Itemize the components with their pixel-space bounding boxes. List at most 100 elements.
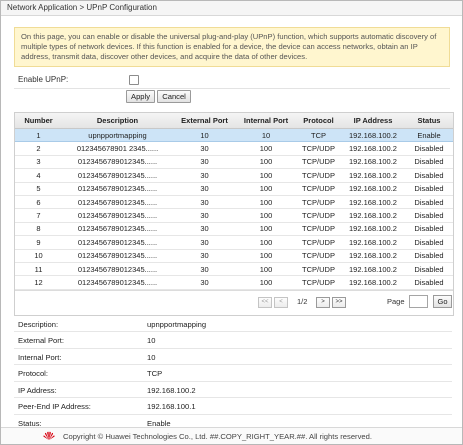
copyright-text: Copyright © Huawei Technologies Co., Ltd… <box>63 432 372 441</box>
prev-page-button[interactable]: < <box>274 296 288 308</box>
pagination-bar: << < 1/2 > >> Page Go <box>15 289 453 315</box>
cell-internal-port: 100 <box>236 275 296 290</box>
cell-external-port: 10 <box>173 128 236 143</box>
cell-number: 7 <box>15 208 62 223</box>
next-page-button[interactable]: > <box>316 296 330 308</box>
cell-external-port: 30 <box>173 208 236 223</box>
action-buttons: Apply Cancel <box>14 89 450 103</box>
cell-external-port: 30 <box>173 222 236 237</box>
go-button[interactable]: Go <box>433 294 452 308</box>
cell-status: Disabled <box>405 275 453 290</box>
cell-ip-address: 192.168.100.2 <box>341 235 405 250</box>
cell-ip-address: 192.168.100.2 <box>341 249 405 263</box>
cell-number: 8 <box>15 222 62 237</box>
table-row[interactable]: 2 012345678901 2345...... 30 100 TCP/UDP 192.… <box>15 141 453 156</box>
cell-internal-port: 100 <box>236 182 296 196</box>
cell-external-port: 30 <box>173 155 236 170</box>
column-header-protocol[interactable]: Protocol <box>296 113 341 129</box>
detail-row: Description: upnpportmapping <box>14 316 452 333</box>
page-label: Page <box>387 296 405 306</box>
cell-protocol: TCP/UDP <box>296 222 341 237</box>
table-row[interactable]: 4 0123456789012345...... 30 100 TCP/UDP 192.1… <box>15 168 453 183</box>
info-notice: On this page, you can enable or disable … <box>14 27 450 67</box>
enable-upnp-checkbox[interactable] <box>129 75 139 85</box>
cell-internal-port: 100 <box>236 168 296 183</box>
table-row[interactable]: 7 0123456789012345...... 30 100 TCP/UDP 192.1… <box>15 208 453 223</box>
enable-upnp-row: Enable UPnP: <box>14 73 450 89</box>
cell-ip-address: 192.168.100.2 <box>341 195 405 210</box>
table-row[interactable]: 11 0123456789012345...... 30 100 TCP/UDP 192.… <box>15 262 453 277</box>
cell-number: 6 <box>15 195 62 210</box>
cell-number: 3 <box>15 155 62 170</box>
table-row[interactable]: 12 0123456789012345...... 30 100 TCP/UDP 192.… <box>15 275 453 290</box>
cell-protocol: TCP/UDP <box>296 168 341 183</box>
enable-upnp-label: Enable UPnP: <box>18 75 69 84</box>
detail-value: 192.168.100.2 <box>147 385 196 395</box>
detail-label: Protocol: <box>18 369 48 379</box>
detail-value: TCP <box>147 369 163 379</box>
cell-protocol: TCP/UDP <box>296 275 341 290</box>
cell-description: 0123456789012345...... <box>62 182 173 196</box>
first-page-button[interactable]: << <box>258 296 272 308</box>
cell-internal-port: 100 <box>236 208 296 223</box>
column-header-status[interactable]: Status <box>405 113 453 129</box>
column-header-description[interactable]: Description <box>62 113 173 129</box>
page-footer: Copyright © Huawei Technologies Co., Ltd… <box>1 427 462 444</box>
cancel-button[interactable]: Cancel <box>157 90 191 103</box>
table-row[interactable]: 3 0123456789012345...... 30 100 TCP/UDP 192.1… <box>15 155 453 170</box>
detail-label: Description: <box>18 319 59 329</box>
column-header-ip-address[interactable]: IP Address <box>341 113 405 129</box>
column-header-internal-port[interactable]: Internal Port <box>236 113 296 129</box>
cell-internal-port: 100 <box>236 235 296 250</box>
table-row[interactable]: 10 0123456789012345...... 30 100 TCP/UDP 192.… <box>15 249 453 263</box>
cell-internal-port: 100 <box>236 262 296 277</box>
cell-protocol: TCP/UDP <box>296 141 341 156</box>
cell-external-port: 30 <box>173 195 236 210</box>
cell-description: 0123456789012345...... <box>62 249 173 263</box>
apply-button[interactable]: Apply <box>126 90 155 103</box>
table-row[interactable]: 8 0123456789012345...... 30 100 TCP/UDP 192.1… <box>15 222 453 237</box>
cell-status: Disabled <box>405 208 453 223</box>
cell-description: 0123456789012345...... <box>62 208 173 223</box>
cell-status: Disabled <box>405 141 453 156</box>
page-number-input[interactable] <box>409 294 428 308</box>
cell-protocol: TCP/UDP <box>296 262 341 277</box>
table-header-row: Number Description External Port Interna… <box>15 113 453 129</box>
table-row[interactable]: 5 0123456789012345...... 30 100 TCP/UDP 192.1… <box>15 182 453 196</box>
column-header-number[interactable]: Number <box>15 113 62 129</box>
cell-protocol: TCP/UDP <box>296 208 341 223</box>
cell-description: 0123456789012345...... <box>62 235 173 250</box>
cell-protocol: TCP/UDP <box>296 235 341 250</box>
detail-label: External Port: <box>18 336 65 346</box>
detail-label: IP Address: <box>18 385 57 395</box>
cell-status: Disabled <box>405 249 453 263</box>
cell-external-port: 30 <box>173 249 236 263</box>
table-row[interactable]: 6 0123456789012345...... 30 100 TCP/UDP 192.1… <box>15 195 453 210</box>
cell-external-port: 30 <box>173 262 236 277</box>
upnp-config-page: Network Application > UPnP Configuration… <box>0 0 463 445</box>
cell-number: 4 <box>15 168 62 183</box>
cell-ip-address: 192.168.100.2 <box>341 262 405 277</box>
cell-ip-address: 192.168.100.2 <box>341 182 405 196</box>
last-page-button[interactable]: >> <box>332 296 346 308</box>
column-header-external-port[interactable]: External Port <box>173 113 236 129</box>
cell-internal-port: 100 <box>236 249 296 263</box>
cell-status: Enable <box>405 128 453 143</box>
huawei-logo-icon <box>42 430 56 443</box>
cell-status: Disabled <box>405 168 453 183</box>
cell-description: 012345678901 2345...... <box>62 141 173 156</box>
cell-external-port: 30 <box>173 141 236 156</box>
breadcrumb: Network Application > UPnP Configuration <box>1 1 462 16</box>
table-row[interactable]: 1 upnpportmapping 10 10 TCP 192.168.100.2 Enab… <box>15 128 453 143</box>
detail-row: External Port: 10 <box>14 332 452 349</box>
cell-protocol: TCP/UDP <box>296 155 341 170</box>
detail-label: Peer-End IP Address: <box>18 402 91 412</box>
cell-number: 9 <box>15 235 62 250</box>
cell-ip-address: 192.168.100.2 <box>341 168 405 183</box>
cell-number: 2 <box>15 141 62 156</box>
cell-ip-address: 192.168.100.2 <box>341 141 405 156</box>
cell-internal-port: 100 <box>236 222 296 237</box>
detail-row: Internal Port: 10 <box>14 349 452 366</box>
table-row[interactable]: 9 0123456789012345...... 30 100 TCP/UDP 192.1… <box>15 235 453 250</box>
cell-protocol: TCP/UDP <box>296 249 341 263</box>
